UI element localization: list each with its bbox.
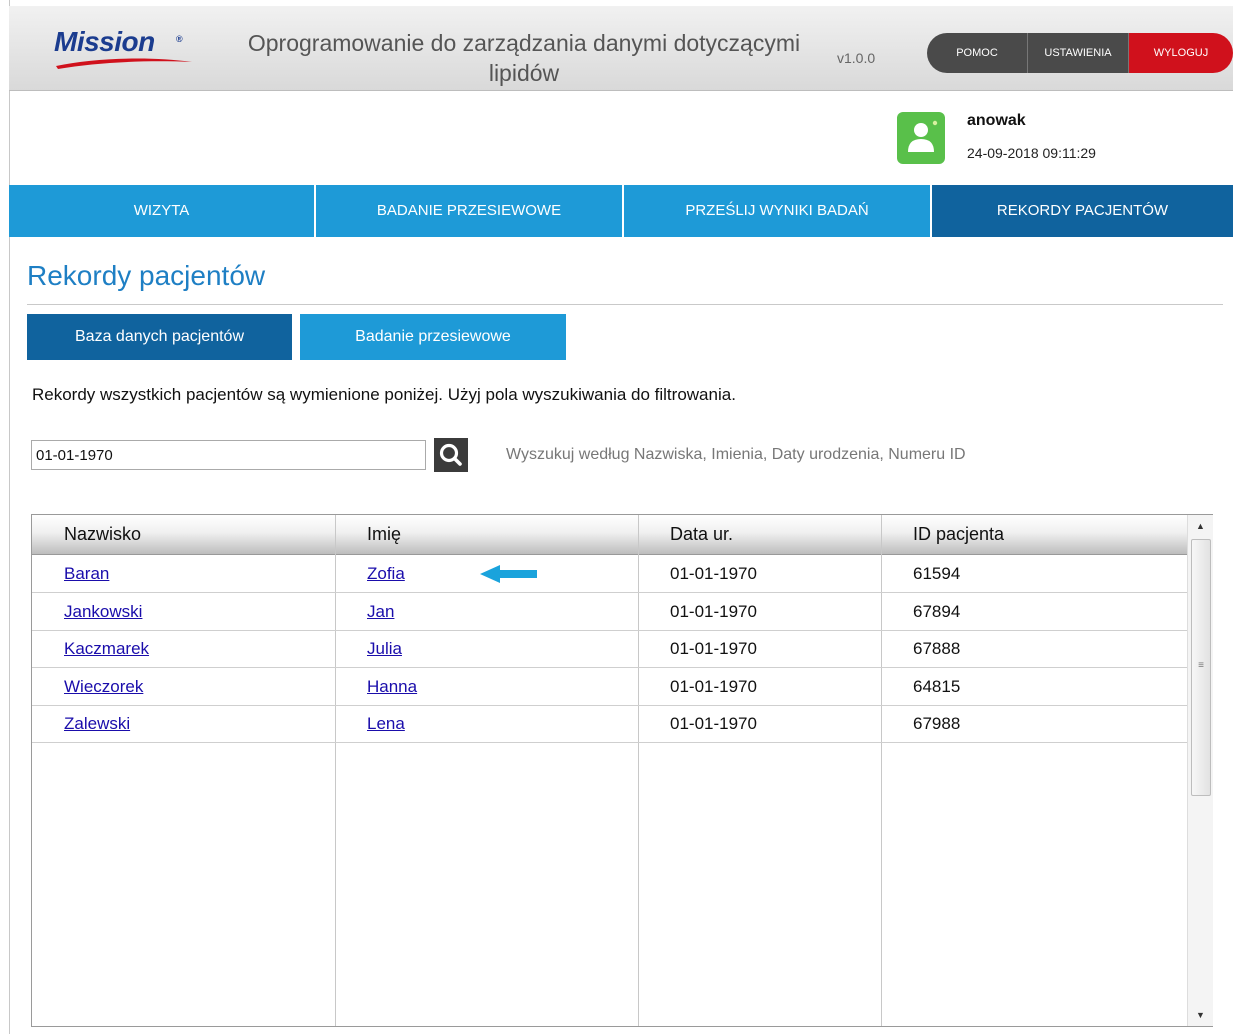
logo-swoosh-icon [56,58,192,69]
table-header: Nazwisko Imię Data ur. ID pacjenta [32,515,1187,555]
tab-przeslij-wyniki[interactable]: PRZEŚLIJ WYNIKI BADAŃ [624,185,932,237]
grip-icon: ≡ [1198,660,1204,671]
column-header-dob[interactable]: Data ur. [638,515,881,554]
name-link[interactable]: Zofia [335,555,405,592]
patient-id-cell: 64815 [913,677,961,696]
user-avatar-icon [897,112,945,164]
subtab-screening[interactable]: Badanie przesiewowe [300,314,566,360]
mission-logo: Mission ® [54,26,194,72]
login-datetime: 24-09-2018 09:11:29 [967,145,1096,161]
app-header: Mission ® Oprogramowanie do zarządzania … [9,6,1233,91]
page-title: Rekordy pacjentów [27,260,266,291]
user-name: anowak [967,112,1026,129]
help-button[interactable]: POMOC [927,33,1028,73]
table-scrollbar[interactable]: ▲ ≡ ▼ [1187,515,1213,1026]
patient-id-cell: 67894 [913,602,961,621]
dob-cell: 01-01-1970 [670,639,757,658]
top-button-group: POMOC USTAWIENIA WYLOGUJ [927,33,1233,73]
surname-link[interactable]: Kaczmarek [32,630,149,667]
patients-table: Nazwisko Imię Data ur. ID pacjenta Baran… [31,514,1213,1027]
column-header-surname[interactable]: Nazwisko [32,515,335,554]
patient-id-cell: 67988 [913,714,961,733]
app-title: Oprogramowanie do zarządzania danymi dot… [247,30,801,86]
search-hint: Wyszukuj według Nazwiska, Imienia, Daty … [506,446,966,463]
table-row[interactable]: Wieczorek Hanna 01-01-1970 64815 [32,668,1187,706]
logo-text: Mission [54,26,155,57]
pointer-arrow-icon [480,565,537,583]
patient-id-cell: 61594 [913,564,961,583]
table-row[interactable]: Zalewski Lena 01-01-1970 67988 [32,705,1187,743]
surname-link[interactable]: Zalewski [32,705,130,742]
title-divider [27,304,1223,305]
name-link[interactable]: Lena [335,705,405,742]
name-link[interactable]: Julia [335,630,402,667]
registered-mark: ® [176,34,183,44]
table-row[interactable]: Jankowski Jan 01-01-1970 67894 [32,593,1187,631]
name-link[interactable]: Hanna [335,668,417,705]
column-header-name[interactable]: Imię [335,515,638,554]
dob-cell: 01-01-1970 [670,677,757,696]
sub-tabs: Baza danych pacjentów Badanie przesiewow… [27,314,566,360]
app-version: v1.0.0 [837,50,876,66]
scroll-thumb[interactable]: ≡ [1191,539,1211,796]
surname-link[interactable]: Wieczorek [32,668,143,705]
search-button[interactable] [434,438,468,472]
settings-button[interactable]: USTAWIENIA [1028,33,1129,73]
logout-button[interactable]: WYLOGUJ [1129,33,1233,73]
scroll-up-arrow-icon[interactable]: ▲ [1188,515,1213,537]
dob-cell: 01-01-1970 [670,714,757,733]
dob-cell: 01-01-1970 [670,602,757,621]
tab-rekordy-pacjentow[interactable]: REKORDY PACJENTÓW [932,185,1233,237]
tab-wizyta[interactable]: WIZYTA [9,185,316,237]
surname-link[interactable]: Baran [32,555,109,592]
column-header-patient-id[interactable]: ID pacjenta [881,515,1187,554]
search-input[interactable] [31,440,426,470]
page-description: Rekordy wszystkich pacjentów są wymienio… [32,385,736,404]
table-row[interactable]: Kaczmarek Julia 01-01-1970 67888 [32,630,1187,668]
scroll-down-arrow-icon[interactable]: ▼ [1188,1004,1213,1026]
subtab-patient-database[interactable]: Baza danych pacjentów [27,314,292,360]
dob-cell: 01-01-1970 [670,564,757,583]
surname-link[interactable]: Jankowski [32,593,142,630]
patient-id-cell: 67888 [913,639,961,658]
search-icon [439,443,462,466]
name-link[interactable]: Jan [335,593,394,630]
table-row[interactable]: Baran Zofia 01-01-1970 61594 [32,555,1187,593]
main-nav: WIZYTA BADANIE PRZESIEWOWE PRZEŚLIJ WYNI… [9,185,1233,237]
tab-badanie-przesiewowe[interactable]: BADANIE PRZESIEWOWE [316,185,624,237]
